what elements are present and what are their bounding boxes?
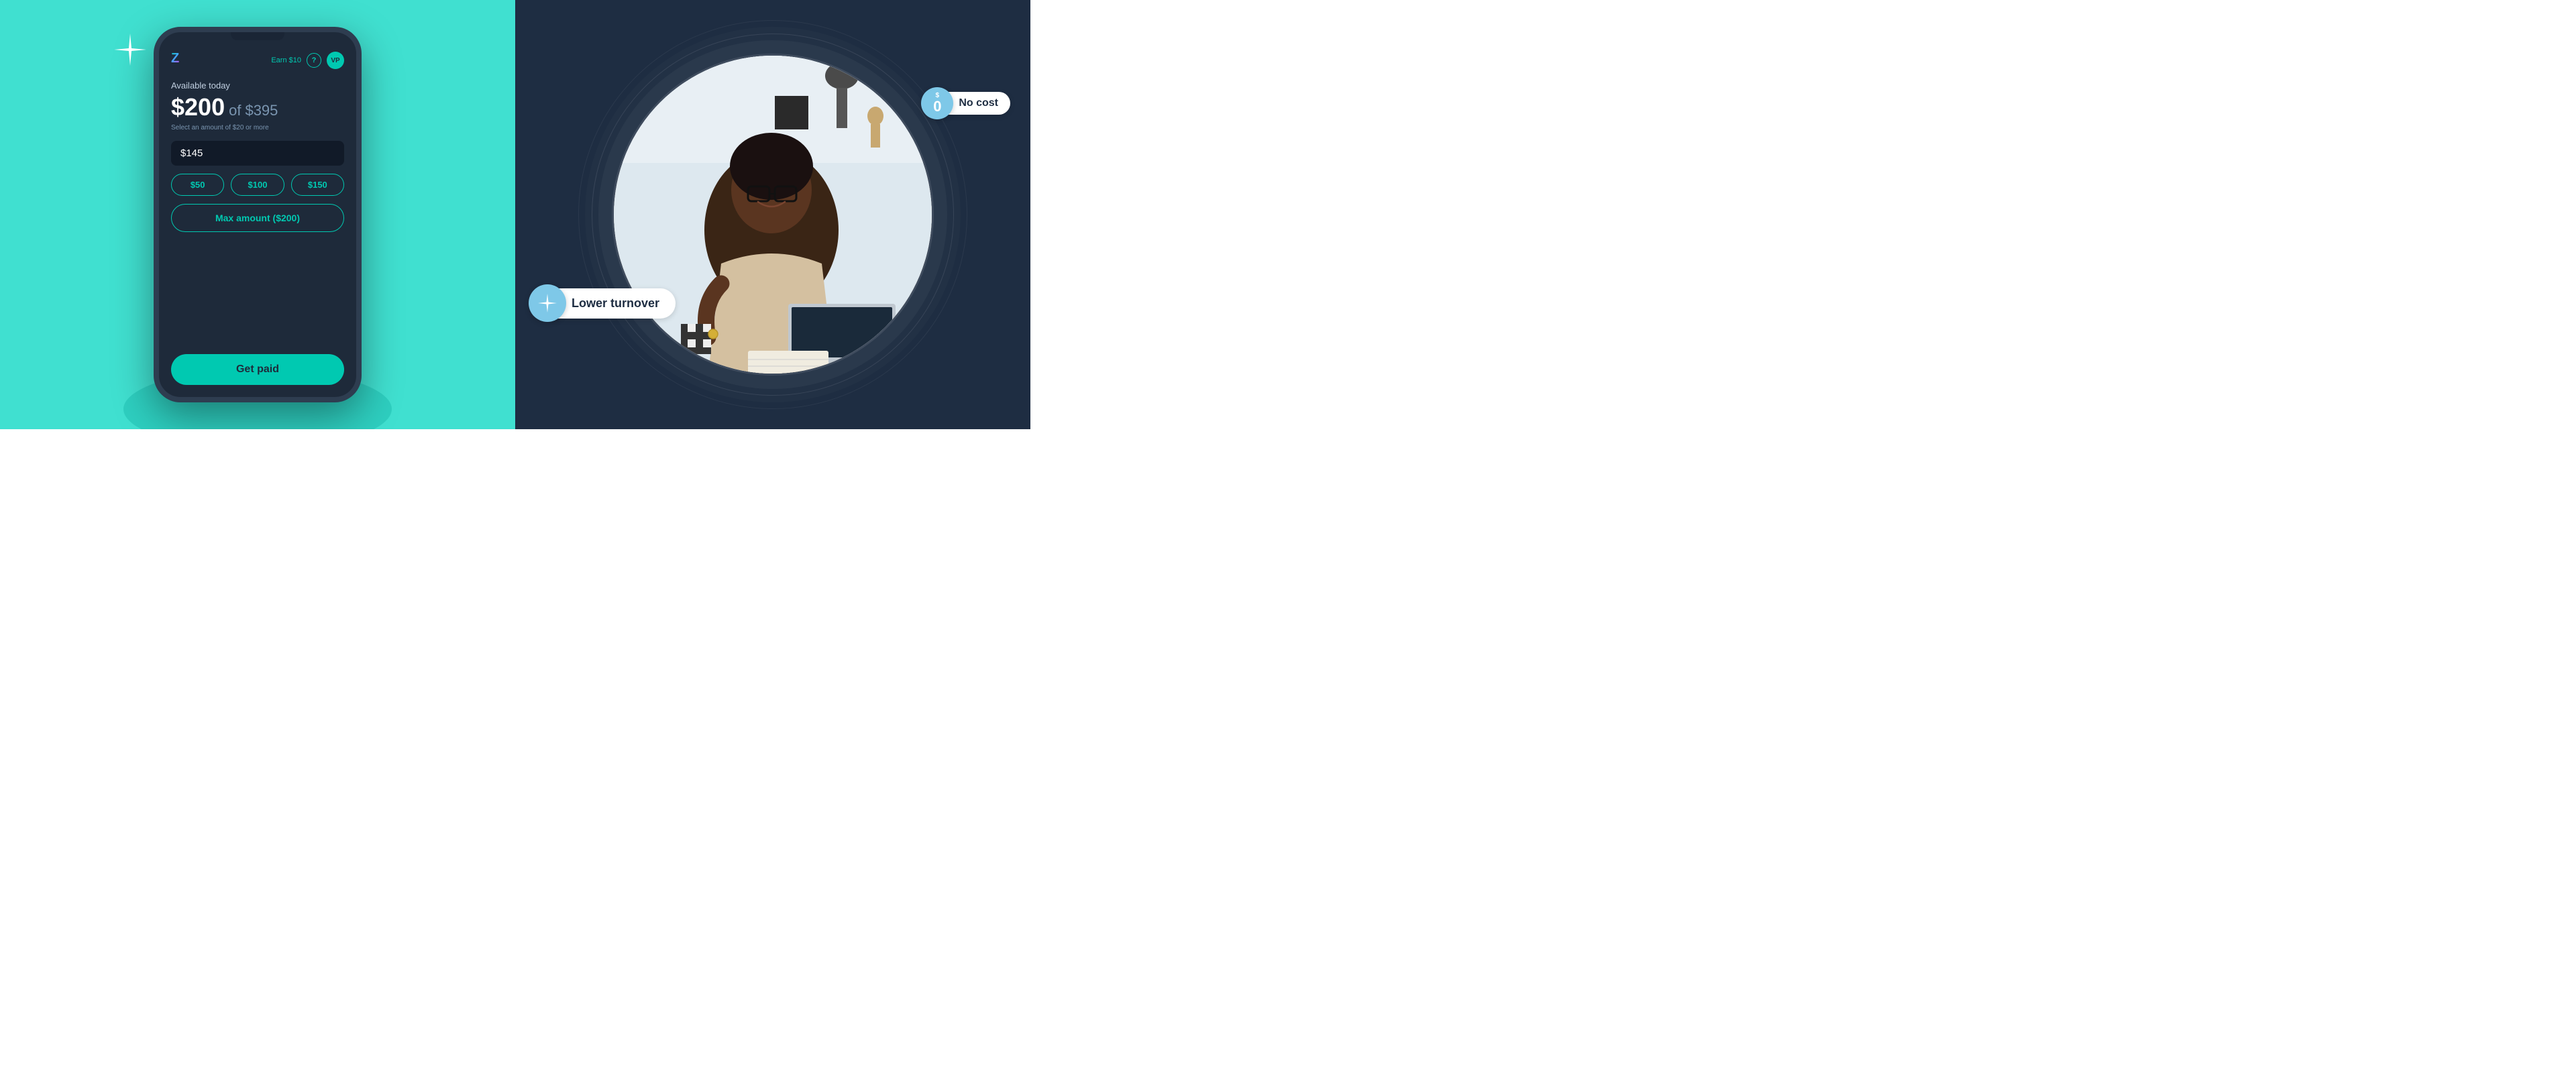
no-cost-dollar-circle: $ 0 [921,87,953,119]
available-today-section: Available today $200 of $395 Select an a… [171,80,344,131]
phone-mockup: Z Earn $10 ? VP Available today $200 of … [154,27,362,402]
app-logo: Z [171,51,190,70]
amount-total: $395 [245,102,278,119]
left-panel: Z Earn $10 ? VP Available today $200 of … [0,0,515,429]
quick-amount-group: $50 $100 $150 [171,174,344,196]
phone-notch [231,32,284,40]
available-label: Available today [171,80,344,91]
help-button[interactable]: ? [307,53,321,68]
sparkle-decoration-icon [114,34,146,66]
amount-input[interactable]: $145 [171,141,344,166]
amount-separator: of [229,102,241,119]
photo-svg [614,56,932,374]
quick-amount-150[interactable]: $150 [291,174,344,196]
photo-background [614,56,932,374]
lower-turnover-badge: Lower turnover [529,284,676,322]
right-panel: $ 0 No cost Lower turnover [515,0,1030,429]
person-photo-circle [612,54,934,376]
get-paid-button[interactable]: Get paid [171,354,344,385]
quick-amount-50[interactable]: $50 [171,174,224,196]
available-amount-display: $200 of $395 [171,93,344,121]
phone-app-header: Z Earn $10 ? VP [171,46,344,70]
sparkle-circle-icon [529,284,566,322]
no-cost-badge: $ 0 No cost [921,87,1010,119]
select-hint: Select an amount of $20 or more [171,124,344,131]
user-avatar-badge[interactable]: VP [327,52,344,69]
dollar-amount: 0 [933,99,941,114]
sparkle-svg-icon [538,294,557,313]
logo-z-icon: Z [171,51,179,66]
earn-label: Earn $10 [271,56,301,64]
phone-side-button-left-1 [154,86,156,109]
phone-side-button-left-2 [154,116,156,139]
amount-main: $200 [171,93,225,121]
lower-turnover-text: Lower turnover [551,288,676,319]
header-right-group: Earn $10 ? VP [271,52,344,69]
phone-side-button-right [359,99,362,133]
quick-amount-100[interactable]: $100 [231,174,284,196]
max-amount-button[interactable]: Max amount ($200) [171,204,344,232]
